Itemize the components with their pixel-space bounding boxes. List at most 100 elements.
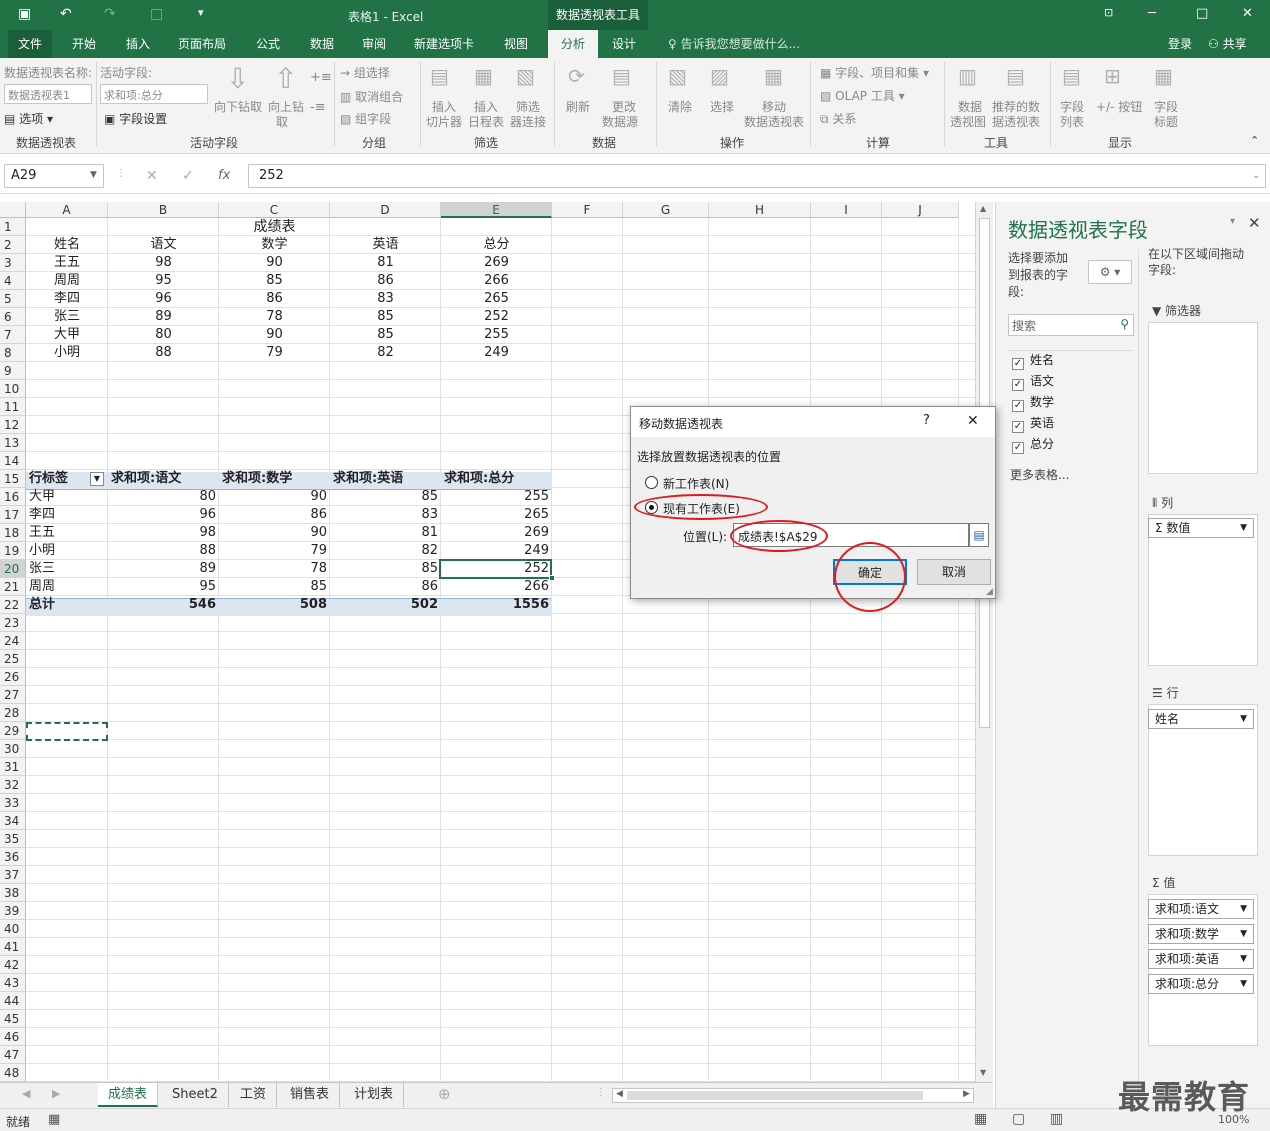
- more-tables-link[interactable]: 更多表格...: [1010, 466, 1069, 483]
- row-header[interactable]: 30: [0, 740, 26, 758]
- select-all-corner[interactable]: [0, 202, 26, 218]
- row-header[interactable]: 35: [0, 830, 26, 848]
- scroll-left-icon[interactable]: ◀: [616, 1089, 623, 1099]
- group-field-button[interactable]: ▧ 组字段: [340, 110, 391, 127]
- tab-analyze[interactable]: 分析: [548, 30, 598, 58]
- checkbox-checked[interactable]: ✓: [1012, 400, 1024, 412]
- values-item[interactable]: 求和项:语文 ▼: [1148, 899, 1254, 919]
- row-header[interactable]: 33: [0, 794, 26, 812]
- horizontal-scrollbar[interactable]: ◀ ▶: [612, 1088, 974, 1103]
- row-header[interactable]: 9: [0, 362, 26, 380]
- login-link[interactable]: 登录: [1168, 30, 1192, 58]
- panel-options-icon[interactable]: ▾: [1230, 216, 1235, 227]
- prev-sheet-icon[interactable]: ◀: [22, 1087, 30, 1100]
- column-header-H[interactable]: H: [709, 202, 811, 218]
- selected-cell-a29[interactable]: [26, 722, 108, 741]
- new-file-icon[interactable]: □: [150, 6, 163, 22]
- row-header[interactable]: 28: [0, 704, 26, 722]
- sheet-tab-plan[interactable]: 计划表: [344, 1083, 405, 1107]
- tab-data[interactable]: 数据: [304, 30, 340, 58]
- active-cell-e20[interactable]: [439, 559, 552, 579]
- row-header[interactable]: 47: [0, 1046, 26, 1064]
- row-header[interactable]: 37: [0, 866, 26, 884]
- column-header-E[interactable]: E: [441, 202, 552, 218]
- field-3[interactable]: ✓ 数学: [1012, 392, 1054, 412]
- name-box-dropdown-icon[interactable]: ▼: [90, 170, 97, 180]
- select-button[interactable]: 选择: [710, 98, 734, 115]
- hscroll-thumb[interactable]: [627, 1091, 923, 1100]
- field-5[interactable]: ✓ 总分: [1012, 434, 1054, 454]
- row-header[interactable]: 21: [0, 578, 26, 596]
- field-4[interactable]: ✓ 英语: [1012, 413, 1054, 433]
- next-sheet-icon[interactable]: ▶: [52, 1087, 60, 1100]
- worksheet-grid[interactable]: ABCDEFGHIJ 1 2 3 4 5 6 7 8 9 10 11 12 13 14 15 16 17 18 19…: [0, 202, 975, 1082]
- tab-review[interactable]: 审阅: [356, 30, 392, 58]
- row-header[interactable]: 1: [0, 218, 26, 236]
- panel-close-icon[interactable]: ✕: [1248, 214, 1261, 232]
- row-header[interactable]: 8: [0, 344, 26, 362]
- row-header[interactable]: 36: [0, 848, 26, 866]
- tell-me-search[interactable]: ♀ 告诉我您想要做什么...: [668, 30, 800, 58]
- row-header[interactable]: 16: [0, 488, 26, 506]
- normal-view-icon[interactable]: ▦: [974, 1111, 987, 1127]
- scroll-right-icon[interactable]: ▶: [963, 1089, 970, 1099]
- cancel-button[interactable]: 取消: [917, 559, 991, 585]
- undo-icon[interactable]: ↶: [60, 6, 72, 22]
- row-header[interactable]: 7: [0, 326, 26, 344]
- insert-function-icon[interactable]: fx: [218, 168, 230, 183]
- relationships-button[interactable]: ⧉ 关系: [820, 110, 856, 127]
- collapse-ribbon-icon[interactable]: ⌃: [1250, 134, 1259, 147]
- row-header[interactable]: 39: [0, 902, 26, 920]
- options-button[interactable]: ▤ 选项 ▾: [4, 110, 53, 127]
- row-header[interactable]: 42: [0, 956, 26, 974]
- redo-icon[interactable]: ↷: [104, 6, 116, 22]
- rows-item-name[interactable]: 姓名 ▼: [1148, 709, 1254, 729]
- sheet-tab-sales[interactable]: 销售表: [280, 1083, 341, 1107]
- column-header-D[interactable]: D: [330, 202, 441, 218]
- clear-button[interactable]: 清除: [668, 98, 692, 115]
- row-header[interactable]: 27: [0, 686, 26, 704]
- minimize-icon[interactable]: ─: [1148, 6, 1156, 21]
- panel-tools-button[interactable]: ⚙ ▾: [1088, 260, 1132, 284]
- row-header[interactable]: 41: [0, 938, 26, 956]
- tab-insert[interactable]: 插入: [120, 30, 156, 58]
- refresh-button[interactable]: 刷新: [566, 98, 590, 115]
- enter-entry-icon[interactable]: ✓: [182, 168, 194, 184]
- row-header[interactable]: 46: [0, 1028, 26, 1046]
- tab-design[interactable]: 设计: [606, 30, 642, 58]
- field-settings-button[interactable]: ▣ 字段设置: [104, 110, 167, 127]
- drill-down-button[interactable]: 向下钻取: [214, 98, 262, 115]
- column-header-B[interactable]: B: [108, 202, 219, 218]
- tab-file[interactable]: 文件: [8, 30, 52, 58]
- row-header[interactable]: 48: [0, 1064, 26, 1082]
- field-search-input[interactable]: 搜索 ⚲: [1008, 314, 1134, 336]
- active-field-input[interactable]: 求和项:总分: [100, 84, 208, 104]
- row-header[interactable]: 18: [0, 524, 26, 542]
- checkbox-checked[interactable]: ✓: [1012, 358, 1024, 370]
- checkbox-checked[interactable]: ✓: [1012, 379, 1024, 391]
- formula-input[interactable]: 252: [248, 164, 1266, 188]
- column-header-A[interactable]: A: [26, 202, 108, 218]
- row-label-filter-icon[interactable]: ▼: [90, 472, 104, 486]
- column-header-G[interactable]: G: [623, 202, 709, 218]
- tab-view[interactable]: 视图: [498, 30, 534, 58]
- row-header[interactable]: 43: [0, 974, 26, 992]
- sheet-tab-sheet2[interactable]: Sheet2: [162, 1083, 229, 1107]
- share-button[interactable]: ⚇ 共享: [1208, 30, 1247, 58]
- row-header[interactable]: 3: [0, 254, 26, 272]
- column-header-I[interactable]: I: [811, 202, 882, 218]
- dialog-help-icon[interactable]: ?: [923, 413, 930, 428]
- row-header[interactable]: 34: [0, 812, 26, 830]
- row-header[interactable]: 44: [0, 992, 26, 1010]
- sheet-tab-scores[interactable]: 成绩表: [98, 1083, 159, 1107]
- row-header[interactable]: 24: [0, 632, 26, 650]
- checkbox-checked[interactable]: ✓: [1012, 442, 1024, 454]
- close-icon[interactable]: ✕: [1242, 6, 1253, 21]
- row-header[interactable]: 25: [0, 650, 26, 668]
- page-break-view-icon[interactable]: ▥: [1050, 1111, 1063, 1127]
- plus-minus-button[interactable]: +/- 按钮: [1096, 98, 1142, 115]
- row-header[interactable]: 38: [0, 884, 26, 902]
- resize-grip-icon[interactable]: ◢: [986, 587, 993, 597]
- save-icon[interactable]: ▣: [18, 6, 31, 22]
- row-header[interactable]: 2: [0, 236, 26, 254]
